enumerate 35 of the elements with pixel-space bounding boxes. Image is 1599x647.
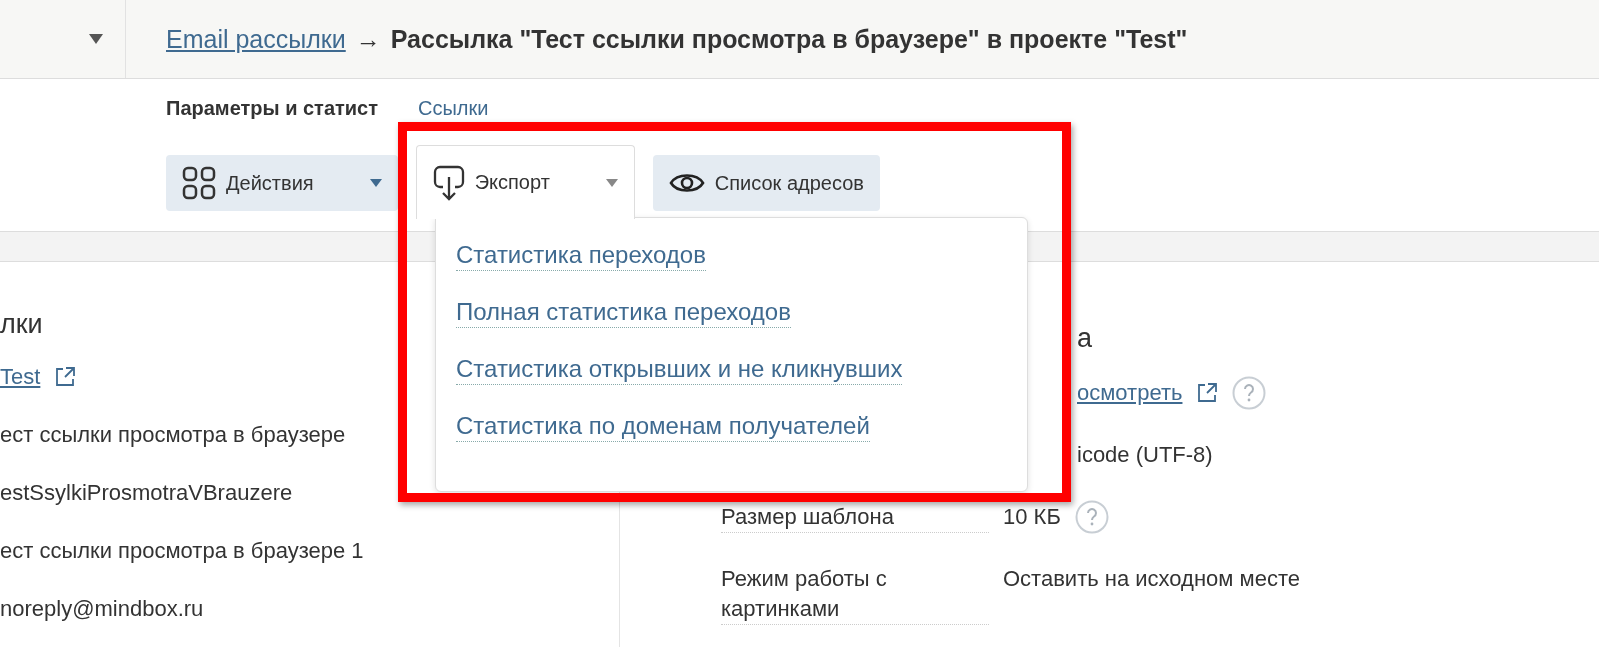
tab[interactable]: Параметры и статист xyxy=(166,97,379,123)
address-list-button[interactable]: Список адресов xyxy=(652,155,880,211)
caret-icon xyxy=(369,179,382,187)
menu-item[interactable]: Статистика открывших и не кликнувших xyxy=(456,354,903,385)
field-label: Режим работы с картинками xyxy=(721,564,989,625)
caret-icon xyxy=(605,178,618,187)
field-value: noreply@mindbox.ru xyxy=(0,596,204,622)
actions-button[interactable]: Действия xyxy=(166,155,398,211)
field-value: ест ссылки просмотра в браузере xyxy=(0,422,346,448)
export-button[interactable]: Экспорт xyxy=(415,145,635,219)
menu-item[interactable]: Статистика переходов xyxy=(456,240,706,271)
field-value: icode (UTF-8) xyxy=(1077,442,1213,468)
download-icon xyxy=(432,164,465,201)
field-value: estSsylkiProsmotraVBrauzere xyxy=(0,480,293,506)
project-link[interactable]: Test xyxy=(0,364,41,390)
page-title: Рассылка "Тест ссылки просмотра в браузере" в проекте "Test" xyxy=(390,24,1188,54)
external-link-icon xyxy=(1196,382,1219,404)
external-link-icon xyxy=(54,366,77,388)
field-value: Оставить на исходном месте xyxy=(1003,565,1300,593)
field-value: 10 КБ xyxy=(1003,503,1061,531)
field-value: ест ссылки просмотра в браузере 1 xyxy=(0,538,364,564)
breadcrumb-separator: → xyxy=(355,24,381,54)
field-label: Размер шаблона xyxy=(721,502,989,533)
section-title: лки xyxy=(0,308,43,341)
eye-icon xyxy=(668,171,705,195)
menu-item[interactable]: Статистика по доменам получателей xyxy=(456,411,870,442)
breadcrumb-link[interactable]: Email рассылки xyxy=(166,24,346,54)
help-icon[interactable] xyxy=(1232,376,1267,410)
grid-icon xyxy=(182,166,216,200)
tab[interactable]: Ссылки xyxy=(418,97,489,123)
preview-link[interactable]: осмотреть xyxy=(1077,380,1183,406)
caret-icon[interactable] xyxy=(89,34,103,44)
section-title: а xyxy=(1077,322,1093,355)
help-icon[interactable] xyxy=(1074,500,1109,534)
menu-item[interactable]: Полная статистика переходов xyxy=(456,297,791,328)
